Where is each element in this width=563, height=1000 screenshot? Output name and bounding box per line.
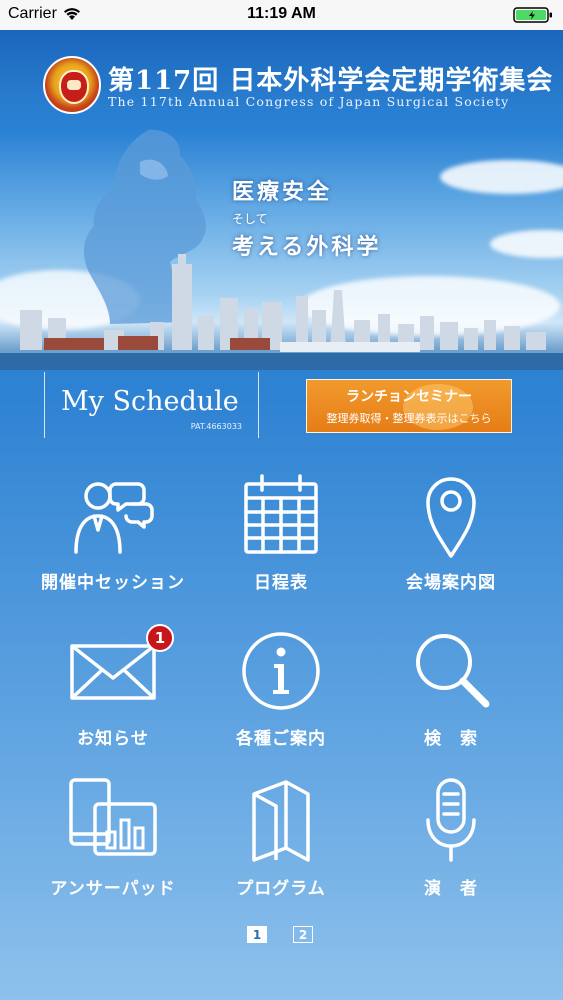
hero-banner: 第117回 日本外科学会定期学術集会 The 117th Annual Cong… xyxy=(0,30,563,370)
congress-logo xyxy=(43,56,101,114)
menu-item-search[interactable]: 検 索 xyxy=(366,626,536,756)
map-pin-icon xyxy=(426,477,476,558)
menu-label-notices: お知らせ xyxy=(77,729,149,749)
menu-label-guide: 各種ご案内 xyxy=(236,729,326,749)
page-2-button[interactable]: 2 xyxy=(293,926,313,943)
congress-title-en: The 117th Annual Congress of Japan Surgi… xyxy=(108,94,510,109)
slogan-line2: そして xyxy=(232,212,268,226)
info-icon xyxy=(242,632,320,710)
envelope-icon xyxy=(70,644,156,700)
slogan: 医療安全 そして 考える外科学 xyxy=(232,174,381,261)
page-1-button[interactable]: 1 xyxy=(247,926,267,943)
clock: 11:19 AM xyxy=(247,5,316,22)
menu-item-guide[interactable]: 各種ご案内 xyxy=(196,626,366,756)
menu-label-search: 検 索 xyxy=(424,729,478,749)
menu-label-speakers: 演 者 xyxy=(424,879,478,899)
calendar-icon xyxy=(244,474,318,554)
my-schedule-label: My Schedule xyxy=(61,386,239,417)
patent-number: PAT.4663033 xyxy=(190,422,242,431)
battery-icon xyxy=(513,6,555,29)
menu-item-answer-pad[interactable]: アンサーパッド xyxy=(28,776,198,906)
my-schedule-button[interactable]: My Schedule PAT.4663033 xyxy=(44,372,259,438)
search-icon xyxy=(416,634,490,708)
notification-badge: 1 xyxy=(146,624,174,652)
menu-label-venue-map: 会場案内図 xyxy=(406,573,496,593)
microphone-icon xyxy=(426,778,476,862)
lunch-seminar-subtitle: 整理券取得・整理券表示はこちら xyxy=(326,412,492,425)
book-icon xyxy=(252,780,310,862)
lunch-seminar-button[interactable]: ランチョンセミナー 整理券取得・整理券表示はこちら xyxy=(306,379,512,433)
menu-item-venue-map[interactable]: 会場案内図 xyxy=(366,470,536,600)
menu-label-program: プログラム xyxy=(236,879,326,899)
menu-item-schedule[interactable]: 日程表 xyxy=(196,470,366,600)
menu-label-answer-pad: アンサーパッド xyxy=(50,879,176,899)
menu-label-schedule: 日程表 xyxy=(254,573,308,593)
slogan-line1: 医療安全 xyxy=(232,179,333,205)
menu-item-notices[interactable]: 1 お知らせ xyxy=(28,624,198,756)
action-row: My Schedule PAT.4663033 ランチョンセミナー 整理券取得・… xyxy=(0,370,563,442)
congress-title-jp: 第117回 日本外科学会定期学術集会 xyxy=(108,66,554,96)
speaker-person-icon xyxy=(74,482,154,554)
menu-label-sessions: 開催中セッション xyxy=(41,573,185,593)
lunch-seminar-title: ランチョンセミナー xyxy=(346,389,472,405)
city-skyline-image xyxy=(0,254,563,370)
menu-item-speakers[interactable]: 演 者 xyxy=(366,776,536,906)
menu-item-sessions[interactable]: 開催中セッション xyxy=(28,470,198,600)
tablet-chart-icon xyxy=(69,778,157,856)
menu-item-program[interactable]: プログラム xyxy=(196,776,366,906)
page-indicator: 1 2 xyxy=(247,926,313,943)
status-bar: Carrier 11:19 AM xyxy=(0,0,563,30)
